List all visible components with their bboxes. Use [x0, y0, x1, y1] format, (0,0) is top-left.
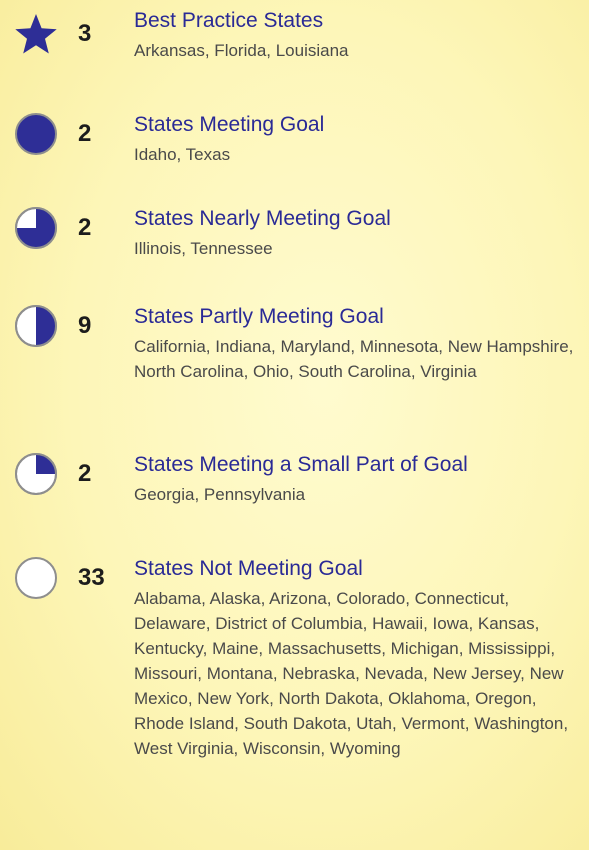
category-states: Idaho, Texas — [134, 145, 231, 164]
category-states: Arkansas, Florida, Louisiana — [134, 41, 349, 60]
category-title: States Not Meeting Goal — [134, 557, 363, 580]
quarter-circle-icon — [15, 453, 57, 495]
category-count: 2 — [78, 120, 92, 147]
category-count: 3 — [78, 20, 92, 47]
star-icon — [15, 14, 57, 54]
category-title: States Nearly Meeting Goal — [134, 207, 391, 230]
category-title: States Meeting Goal — [134, 113, 325, 136]
category-states: Illinois, Tennessee — [134, 239, 273, 258]
empty-circle-icon — [15, 557, 57, 599]
goal-legend: 3 Best Practice States Arkansas, Florida… — [0, 0, 589, 850]
category-count: 2 — [78, 460, 92, 487]
category-count: 2 — [78, 214, 92, 241]
category-title: Best Practice States — [134, 9, 324, 32]
full-circle-icon — [15, 113, 57, 155]
half-circle-icon — [15, 305, 57, 347]
category-count: 33 — [78, 564, 105, 591]
category-title: States Meeting a Small Part of Goal — [134, 453, 468, 476]
category-states: Georgia, Pennsylvania — [134, 485, 306, 504]
category-states: Alabama, Alaska, Arizona, Colorado, Conn… — [134, 589, 569, 758]
category-title: States Partly Meeting Goal — [134, 305, 384, 328]
category-count: 9 — [78, 312, 92, 339]
three-quarter-circle-icon — [15, 207, 57, 249]
category-states: California, Indiana, Maryland, Minnesota… — [134, 337, 574, 381]
